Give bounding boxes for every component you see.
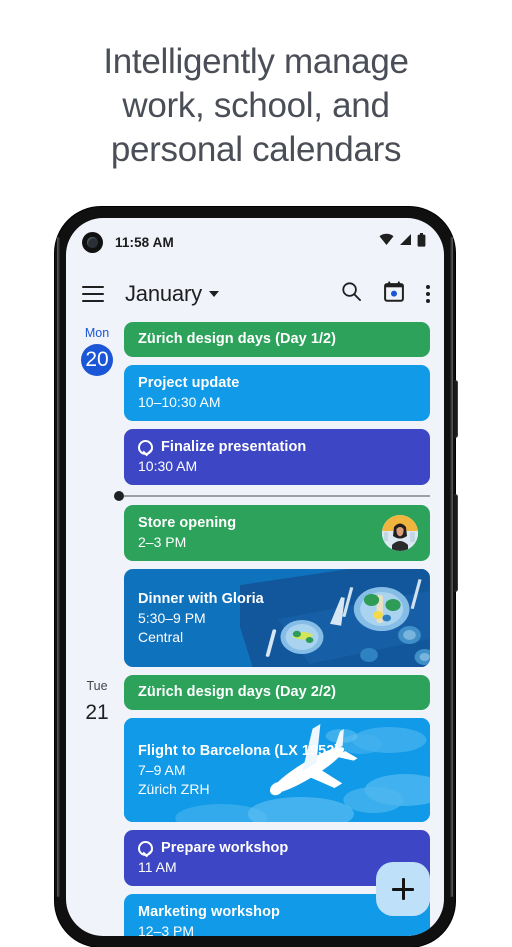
page-title: Intelligently manage work, school, and p… — [0, 40, 512, 172]
event-title: Marketing workshop — [138, 904, 280, 920]
event-chip[interactable]: Project update 10–10:30 AM — [124, 365, 430, 421]
task-title-row: Prepare workshop — [138, 839, 416, 858]
hamburger-menu-icon[interactable] — [82, 286, 104, 302]
app-bar-actions — [341, 281, 430, 307]
phone-bezel-highlight-right — [450, 237, 453, 897]
event-chip[interactable]: Store opening 2–3 PM — [124, 505, 430, 561]
event-time: 7–9 AM — [138, 761, 186, 778]
task-title-row: Finalize presentation — [138, 438, 416, 457]
day-number-badge: 21 — [85, 701, 109, 724]
front-camera-punch-hole — [82, 231, 103, 253]
status-bar: 11:58 AM — [66, 218, 444, 266]
phone-mockup: 11:58 AM January Mon 20 Zürich design da… — [55, 207, 458, 947]
calendar-today-icon[interactable] — [384, 281, 404, 307]
event-location: Central — [138, 628, 184, 645]
phone-bezel-highlight-left — [57, 237, 60, 897]
day-header: Mon 20 — [70, 322, 124, 376]
phone-screen: 11:58 AM January Mon 20 Zürich design da… — [66, 218, 444, 936]
current-time-indicator — [114, 491, 430, 501]
day-header-spacer — [70, 505, 124, 509]
month-label: January — [125, 281, 202, 306]
event-title: Dinner with Gloria — [138, 590, 264, 607]
day-group-mon-20: Mon 20 Zürich design days (Day 1/2) Proj… — [66, 322, 444, 493]
headline-line-1: Intelligently manage — [103, 42, 409, 81]
overflow-menu-icon[interactable] — [426, 285, 430, 303]
event-chip[interactable]: Zürich design days (Day 2/2) — [124, 675, 430, 710]
day-of-week-label: Tue — [86, 679, 108, 693]
power-button[interactable] — [454, 380, 458, 438]
month-selector[interactable]: January — [125, 281, 219, 307]
task-chip[interactable]: Finalize presentation 10:30 AM — [124, 429, 430, 485]
headline-line-2: work, school, and — [122, 86, 390, 125]
app-bar: January — [66, 266, 444, 322]
avatar — [382, 515, 418, 551]
cellular-signal-icon — [399, 233, 412, 251]
status-bar-icons — [379, 232, 426, 252]
event-time: 2–3 PM — [138, 534, 187, 550]
task-time: 10:30 AM — [138, 458, 198, 474]
create-event-fab[interactable] — [376, 862, 430, 916]
day-number-badge: 20 — [81, 344, 113, 376]
day-events-continued: Store opening 2–3 PM Dinner with Gloria … — [124, 505, 444, 675]
event-chip[interactable]: Zürich design days (Day 1/2) — [124, 322, 430, 357]
search-icon[interactable] — [341, 281, 362, 307]
event-time: 5:30–9 PM — [138, 609, 206, 626]
event-title: Zürich design days (Day 1/2) — [138, 331, 337, 347]
event-chip[interactable]: Dinner with Gloria 5:30–9 PM Central — [124, 569, 430, 667]
event-title: Store opening — [138, 515, 237, 531]
check-circle-icon — [138, 841, 153, 856]
day-of-week-label: Mon — [84, 326, 110, 340]
headline-line-3: personal calendars — [110, 130, 402, 169]
schedule-list: Mon 20 Zürich design days (Day 1/2) Proj… — [66, 322, 444, 936]
event-title: Zürich design days (Day 2/2) — [138, 684, 337, 700]
event-location: Zürich ZRH — [138, 780, 210, 797]
task-time: 11 AM — [138, 859, 177, 875]
event-title: Project update — [138, 375, 240, 391]
status-bar-clock: 11:58 AM — [115, 234, 174, 250]
chevron-down-icon — [208, 291, 219, 297]
check-circle-icon — [138, 440, 153, 455]
task-title: Finalize presentation — [161, 439, 307, 455]
wifi-icon — [379, 233, 394, 251]
day-header: Tue 21 — [70, 675, 124, 729]
battery-icon — [417, 232, 426, 252]
volume-button[interactable] — [454, 494, 458, 592]
event-title: Flight to Barcelona (LX 1952) — [138, 742, 340, 759]
event-chip[interactable]: Flight to Barcelona (LX 1952) 7–9 AM Zür… — [124, 718, 430, 822]
event-time: 10–10:30 AM — [138, 394, 221, 410]
day-group-mon-20-continued: Store opening 2–3 PM Dinner with Gloria … — [66, 505, 444, 675]
event-time: 12–3 PM — [138, 923, 195, 936]
day-events: Zürich design days (Day 1/2) Project upd… — [124, 322, 444, 493]
task-title: Prepare workshop — [161, 840, 289, 856]
